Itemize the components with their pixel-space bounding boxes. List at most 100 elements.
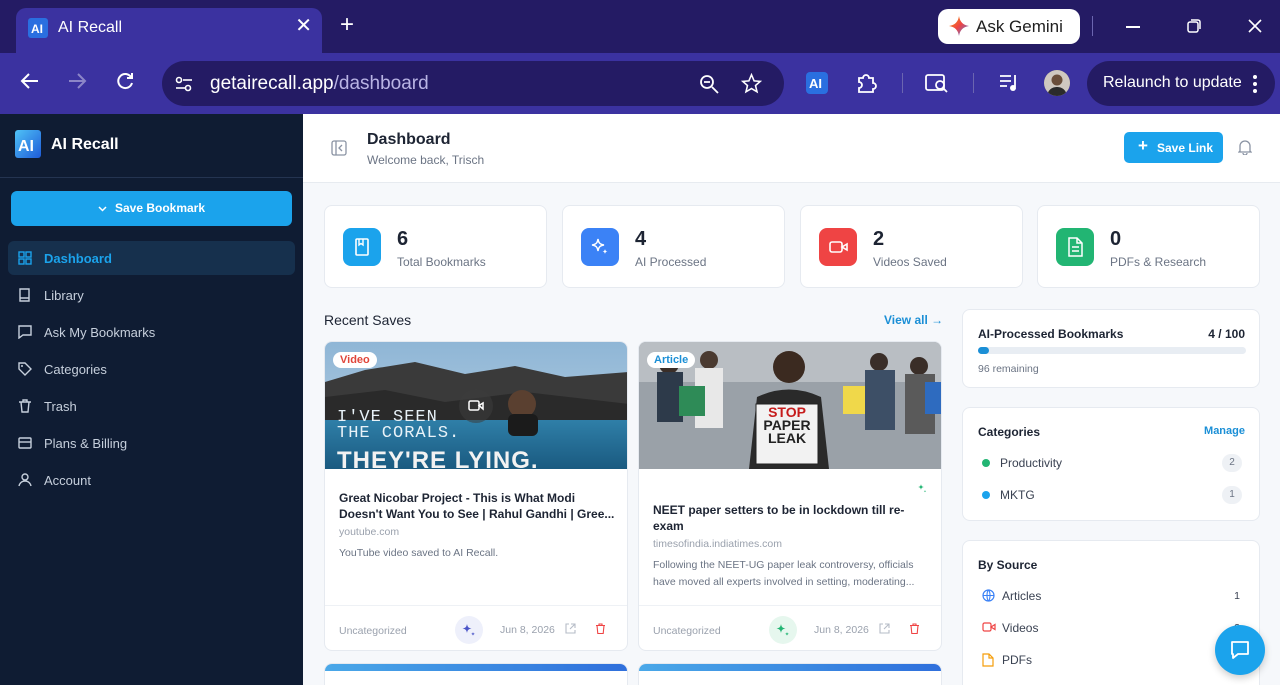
external-link-icon[interactable]	[879, 623, 890, 634]
ai-usage-progress	[978, 347, 1246, 354]
site-settings-icon[interactable]	[175, 75, 193, 93]
extensions-puzzle-icon[interactable]	[855, 72, 877, 94]
close-window-icon[interactable]	[1248, 19, 1262, 33]
ai-recall-extension-icon[interactable]: AI	[806, 72, 828, 94]
more-menu-icon[interactable]	[1253, 75, 1257, 93]
tab-search-icon[interactable]	[925, 72, 949, 94]
bookmark-card[interactable]: STOP PAPER LEAK Article NEET paper sette…	[638, 341, 942, 651]
ai-processed-badge	[769, 616, 797, 644]
zoom-icon[interactable]	[699, 74, 719, 94]
sidebar-item-label: Plans & Billing	[44, 436, 128, 451]
relaunch-to-update-button[interactable]: Relaunch to update	[1087, 61, 1275, 106]
card-title[interactable]: NEET paper setters to be in lockdown til…	[653, 502, 931, 534]
profile-avatar[interactable]	[1044, 70, 1070, 96]
card-thumbnail-strip	[639, 664, 941, 671]
bookmark-card-partial[interactable]	[638, 663, 942, 685]
card-description: YouTube video saved to AI Recall.	[339, 547, 499, 559]
forward-arrow-icon[interactable]	[67, 71, 87, 91]
sidebar-item-library[interactable]: Library	[8, 278, 295, 312]
divider	[325, 605, 627, 606]
save-bookmark-button[interactable]: Save Bookmark	[11, 191, 292, 226]
back-arrow-icon[interactable]	[20, 71, 40, 91]
type-badge: Article	[647, 352, 696, 368]
plus-icon: +	[1138, 136, 1148, 155]
play-video-icon[interactable]	[459, 389, 493, 423]
bookmark-card-partial[interactable]	[324, 663, 628, 685]
user-icon	[18, 473, 32, 487]
source-item[interactable]: PDFs	[978, 650, 1246, 670]
thumbnail-caption-bold: THEY'RE LYING.	[337, 447, 539, 469]
sidebar-item-trash[interactable]: Trash	[8, 389, 295, 423]
stat-label: PDFs & Research	[1110, 255, 1207, 269]
section-title-recent-saves: Recent Saves	[324, 312, 412, 328]
sidebar-item-label: Dashboard	[44, 251, 112, 266]
external-link-icon[interactable]	[565, 623, 576, 634]
source-item[interactable]: Articles 1	[978, 586, 1246, 606]
sidebar-item-label: Library	[44, 288, 84, 303]
close-tab-icon[interactable]: ✕	[295, 16, 312, 36]
card-domain: timesofindia.indiatimes.com	[653, 538, 782, 550]
sidebar-item-dashboard[interactable]: Dashboard	[8, 241, 295, 275]
bell-icon[interactable]	[1238, 139, 1252, 155]
card-category: Uncategorized	[339, 625, 407, 637]
panel-title: Categories	[978, 425, 1041, 439]
save-link-button[interactable]: + Save Link	[1124, 132, 1223, 163]
stat-value: 6	[397, 228, 409, 250]
save-bookmark-label: Save Bookmark	[114, 201, 206, 215]
delete-icon[interactable]	[595, 623, 606, 634]
book-icon	[19, 288, 30, 302]
collapse-sidebar-icon[interactable]	[331, 140, 347, 156]
browser-tab[interactable]: AI AI Recall ✕	[16, 8, 322, 53]
card-icon	[18, 437, 32, 449]
source-name: PDFs	[1002, 653, 1032, 667]
bookmark-star-icon[interactable]	[741, 73, 762, 94]
sparkle-icon	[776, 624, 789, 636]
stat-value: 0	[1110, 228, 1122, 250]
bookmark-card[interactable]: I'VE SEEN THE CORALS. THEY'RE LYING. Vid…	[324, 341, 628, 651]
reload-icon[interactable]	[115, 71, 135, 91]
ask-gemini-button[interactable]: Ask Gemini	[938, 9, 1080, 44]
browser-toolbar: getairecall.app/dashboard AI Relaunch to…	[0, 53, 1280, 114]
browser-tab-bar: AI AI Recall ✕ + Ask Gemini	[0, 0, 1280, 53]
page-title: Dashboard	[367, 131, 451, 148]
sidebar-item-plans-billing[interactable]: Plans & Billing	[8, 426, 295, 460]
divider	[902, 73, 903, 93]
category-item[interactable]: MKTG 1	[978, 485, 1246, 505]
source-item[interactable]: Videos 2	[978, 618, 1246, 638]
address-bar[interactable]: getairecall.app/dashboard	[162, 61, 784, 106]
delete-icon[interactable]	[909, 623, 920, 634]
thumbnail-caption: I'VE SEEN THE CORALS.	[337, 409, 461, 443]
trash-icon	[19, 399, 31, 413]
media-control-icon[interactable]	[999, 73, 1021, 93]
save-link-label: Save Link	[1157, 141, 1214, 155]
sidebar-item-ask-my-bookmarks[interactable]: Ask My Bookmarks	[8, 315, 295, 349]
app-sidebar: AI AI Recall Save Bookmark Dashboard Lib…	[0, 114, 303, 685]
stat-card-ai-processed: 4 AI Processed	[562, 205, 785, 288]
avatar-photo-icon	[1044, 70, 1070, 96]
new-tab-button[interactable]: +	[340, 12, 354, 38]
ask-gemini-label: Ask Gemini	[976, 17, 1063, 36]
sign-line: LEAK	[767, 430, 807, 446]
category-count: 2	[1222, 454, 1242, 472]
sidebar-item-categories[interactable]: Categories	[8, 352, 295, 386]
stat-label: Videos Saved	[873, 255, 947, 269]
sidebar-item-account[interactable]: Account	[8, 463, 295, 497]
category-item[interactable]: Productivity 2	[978, 453, 1246, 473]
tab-title: AI Recall	[58, 19, 123, 36]
video-icon	[819, 228, 857, 266]
main-content: Dashboard Welcome back, Trisch + Save Li…	[303, 114, 1280, 685]
minimize-icon[interactable]	[1126, 26, 1140, 28]
restore-icon[interactable]	[1187, 19, 1201, 33]
card-title[interactable]: Great Nicobar Project - This is What Mod…	[339, 490, 617, 522]
manage-categories-link[interactable]: Manage	[1204, 425, 1245, 437]
category-count: 1	[1222, 486, 1242, 504]
ai-recall-logo-icon: AI	[28, 18, 48, 38]
card-date: Jun 8, 2026	[814, 624, 869, 636]
video-thumbnail: I'VE SEEN THE CORALS. THEY'RE LYING. Vid…	[325, 342, 627, 469]
chat-assistant-button[interactable]	[1215, 625, 1265, 675]
card-thumbnail-strip	[325, 664, 627, 671]
ai-processed-panel: AI-Processed Bookmarks 4 / 100 96 remain…	[962, 309, 1260, 388]
caption-line: THE CORALS.	[337, 424, 461, 443]
category-dot	[982, 459, 990, 467]
view-all-link[interactable]: View all →	[884, 313, 943, 327]
